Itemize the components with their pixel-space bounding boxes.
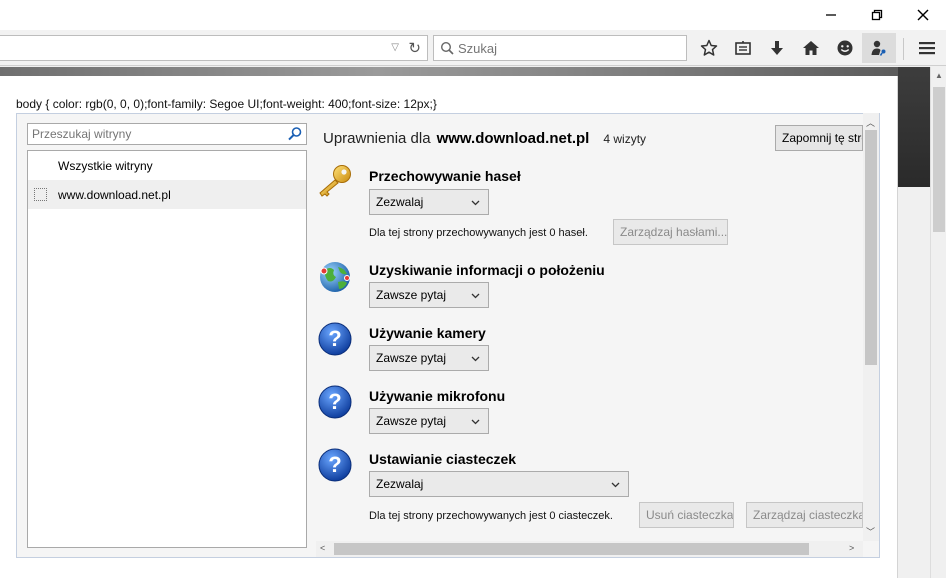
microphone-title: Używanie mikrofonu	[369, 388, 506, 404]
chevron-down-icon	[471, 200, 480, 206]
site-list-item-download-net-pl[interactable]: www.download.net.pl	[28, 180, 306, 209]
camera-select[interactable]: Zawsze pytaj	[369, 345, 489, 371]
user-key-icon	[871, 40, 886, 56]
manage-passwords-button[interactable]: Zarządzaj hasłami...	[613, 219, 728, 245]
toolbar-icons	[692, 33, 896, 63]
page-scrollbar-thumb[interactable]	[933, 87, 945, 232]
minimize-button[interactable]	[808, 0, 854, 30]
microphone-select[interactable]: Zawsze pytaj	[369, 408, 489, 434]
bookmark-star-button[interactable]	[692, 33, 726, 63]
cookies-select-value: Zezwalaj	[376, 477, 424, 491]
open-menu-button[interactable]	[910, 33, 944, 63]
search-input[interactable]	[458, 40, 658, 56]
site-search-field[interactable]	[27, 123, 307, 145]
user-key-button[interactable]	[862, 33, 896, 63]
passwords-note: Dla tej strony przechowywanych jest 0 ha…	[369, 227, 588, 239]
svg-text:?: ?	[328, 452, 341, 477]
globe-location-icon	[320, 262, 350, 292]
search-icon	[440, 41, 454, 55]
page-scrollbar[interactable]: ▲	[930, 67, 946, 578]
site-list-item-all[interactable]: Wszystkie witryny	[28, 151, 306, 180]
scroll-left-arrow-icon[interactable]: <	[320, 543, 325, 553]
minimize-icon	[826, 14, 836, 16]
manage-cookies-button[interactable]: Zarządzaj ciasteczkami	[746, 502, 863, 528]
geolocation-select[interactable]: Zawsze pytaj	[369, 282, 489, 308]
reading-list-button[interactable]	[726, 33, 760, 63]
camera-title: Używanie kamery	[369, 325, 486, 341]
passwords-title: Przechowywanie haseł	[369, 168, 521, 184]
restore-icon	[871, 9, 883, 21]
home-button[interactable]	[794, 33, 828, 63]
permissions-site-name: www.download.net.pl	[436, 130, 590, 147]
dialog-horizontal-scrollbar-thumb[interactable]	[334, 543, 809, 555]
chevron-down-icon	[471, 356, 480, 362]
passwords-select-value: Zezwalaj	[376, 195, 424, 209]
cookies-title: Ustawianie ciasteczek	[369, 451, 517, 467]
help-question-icon: ?	[318, 385, 352, 419]
hamburger-menu-icon	[919, 42, 935, 55]
svg-text:?: ?	[328, 326, 341, 351]
search-icon	[288, 127, 302, 141]
url-bar[interactable]: ▽ ↻	[0, 35, 428, 61]
geolocation-title: Uzyskiwanie informacji o położeniu	[369, 262, 605, 278]
help-question-icon: ?	[318, 448, 352, 482]
permissions-header: Uprawnienia dla www.download.net.pl 4 wi…	[323, 130, 646, 147]
downloads-button[interactable]	[760, 33, 794, 63]
permissions-heading-label: Uprawnienia dla	[323, 130, 431, 147]
help-question-icon: ?	[318, 322, 352, 356]
cookies-note: Dla tej strony przechowywanych jest 0 ci…	[369, 510, 613, 522]
camera-select-value: Zawsze pytaj	[376, 351, 447, 365]
remove-cookies-button[interactable]: Usuń ciasteczka	[639, 502, 734, 528]
visit-count: 4 wizyty	[603, 132, 647, 146]
toolbar-separator	[903, 38, 904, 60]
close-icon	[917, 9, 929, 21]
reading-list-icon	[735, 41, 751, 55]
chevron-down-icon	[471, 419, 480, 425]
emoji-button[interactable]	[828, 33, 862, 63]
dialog-vertical-scrollbar[interactable]: ︿ ﹀	[863, 113, 879, 541]
scroll-down-arrow-icon[interactable]: ﹀	[866, 525, 875, 538]
emoji-icon	[837, 40, 853, 56]
chevron-down-icon	[471, 293, 480, 299]
restore-button[interactable]	[854, 0, 900, 30]
passwords-select[interactable]: Zezwalaj	[369, 189, 489, 215]
browser-toolbar: ▽ ↻	[0, 30, 946, 66]
svg-text:?: ?	[328, 389, 341, 414]
favicon-placeholder-icon	[34, 188, 47, 201]
key-icon	[319, 165, 351, 197]
cookies-select[interactable]: Zezwalaj	[369, 471, 629, 497]
home-icon	[803, 41, 819, 55]
chevron-down-icon	[611, 482, 620, 488]
download-icon	[771, 41, 783, 55]
microphone-select-value: Zawsze pytaj	[376, 414, 447, 428]
forget-site-button[interactable]: Zapomnij tę stronę	[775, 125, 863, 151]
dialog-vertical-scrollbar-thumb[interactable]	[865, 130, 877, 365]
close-window-button[interactable]	[900, 0, 946, 30]
dialog-horizontal-scrollbar[interactable]: < >	[316, 541, 863, 557]
url-dropdown-icon[interactable]: ▽	[391, 42, 399, 53]
page-side-image	[898, 67, 930, 187]
site-list: Wszystkie witryny www.download.net.pl	[27, 150, 307, 548]
scroll-right-arrow-icon[interactable]: >	[849, 543, 854, 553]
css-debug-text: body { color: rgb(0, 0, 0);font-family: …	[16, 97, 437, 111]
window-controls	[808, 0, 946, 30]
search-bar[interactable]	[433, 35, 687, 61]
site-list-item-label: www.download.net.pl	[58, 187, 171, 202]
reload-icon[interactable]: ↻	[408, 39, 421, 57]
page-header-image	[0, 67, 946, 76]
site-search-input[interactable]	[32, 127, 282, 141]
scroll-up-arrow-icon[interactable]: ▲	[935, 71, 943, 80]
window-titlebar	[0, 0, 946, 30]
geolocation-select-value: Zawsze pytaj	[376, 288, 447, 302]
scroll-up-arrow-icon[interactable]: ︿	[866, 116, 875, 129]
star-icon	[700, 39, 718, 56]
site-list-item-label: Wszystkie witryny	[58, 158, 153, 173]
